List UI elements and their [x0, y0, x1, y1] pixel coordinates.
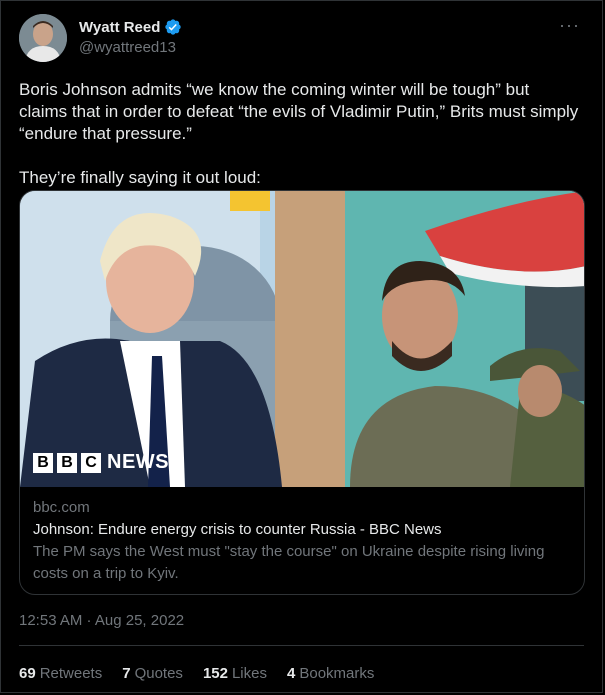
retweets-label: Retweets [39, 665, 103, 682]
quotes-stat[interactable]: 7 Quotes [122, 665, 183, 682]
more-horizontal-icon[interactable]: ··· [559, 15, 580, 36]
engagement-stats: 69 Retweets 7 Quotes 152 Likes 4 Bookmarks [19, 665, 374, 682]
card-description: The PM says the West must "stay the cour… [33, 543, 545, 582]
author-handle[interactable]: @wyattreed13 [79, 39, 176, 56]
card-domain: bbc.com [33, 499, 90, 516]
likes-stat[interactable]: 152 Likes [203, 665, 267, 682]
bbc-logo-letter: B [57, 452, 77, 473]
verified-badge-icon [165, 19, 182, 35]
link-card[interactable]: B B C NEWS bbc.com Johnson: Endure energ… [19, 190, 585, 595]
author-name-row[interactable]: Wyatt Reed [79, 18, 182, 36]
card-image [20, 191, 584, 487]
bookmarks-stat[interactable]: 4 Bookmarks [287, 665, 374, 682]
likes-count: 152 [202, 665, 228, 682]
tweet-timestamp[interactable]: 12:53 AM · Aug 25, 2022 [19, 612, 184, 629]
avatar[interactable] [19, 14, 67, 62]
bbc-logo-letter: C [81, 452, 101, 473]
bbc-news-logo: B B C NEWS [33, 451, 169, 474]
retweets-count: 69 [19, 665, 36, 682]
quotes-label: Quotes [134, 665, 183, 682]
tweet-text: Boris Johnson admits “we know the coming… [19, 80, 579, 187]
quotes-count: 7 [122, 665, 131, 682]
author-name[interactable]: Wyatt Reed [79, 19, 160, 36]
retweets-stat[interactable]: 69 Retweets [19, 665, 102, 682]
bookmarks-label: Bookmarks [299, 665, 375, 682]
likes-label: Likes [231, 665, 267, 682]
card-title[interactable]: Johnson: Endure energy crisis to counter… [33, 519, 573, 541]
divider [19, 645, 584, 646]
bookmarks-count: 4 [287, 665, 296, 682]
card-meta: bbc.com Johnson: Endure energy crisis to… [33, 497, 573, 585]
avatar-image [19, 14, 67, 62]
bbc-logo-word: NEWS [107, 451, 169, 473]
tweet-container: Wyatt Reed @wyattreed13 ··· Boris Johnso… [0, 0, 603, 693]
bbc-logo-letter: B [33, 452, 53, 473]
